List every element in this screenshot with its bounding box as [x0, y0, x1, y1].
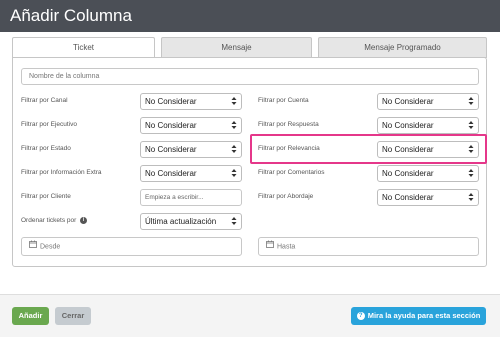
- client-search-input[interactable]: Empieza a escribir...: [140, 189, 242, 206]
- select-comentarios[interactable]: No Considerar: [377, 165, 479, 182]
- date-from-placeholder: Desde: [40, 243, 61, 251]
- select-caret-icon: [468, 94, 474, 109]
- select-canal-value: No Considerar: [145, 97, 197, 106]
- filter-estado-label: Filtrar por Estado: [21, 145, 71, 152]
- filter-cuenta-label: Filtrar por Cuenta: [258, 97, 309, 104]
- filter-cliente-label: Filtrar por Cliente: [21, 193, 71, 200]
- filter-respuesta-label: Filtrar por Respuesta: [258, 121, 319, 128]
- select-caret-icon: [468, 118, 474, 133]
- info-icon[interactable]: i: [80, 216, 88, 224]
- calendar-icon: [266, 238, 274, 255]
- select-caret-icon: [231, 94, 237, 109]
- select-caret-icon: [231, 214, 237, 229]
- select-comentarios-value: No Considerar: [382, 169, 434, 178]
- order-tickets-text: Ordenar tickets por: [21, 217, 77, 224]
- filter-abordaje-label: Filtrar por Abordaje: [258, 193, 314, 200]
- order-tickets-label: Ordenar tickets por i: [21, 216, 88, 226]
- help-button[interactable]: ? Mira la ayuda para esta sección: [351, 307, 486, 325]
- tab-ticket[interactable]: Ticket: [12, 37, 155, 58]
- filter-info-extra-label: Filtrar por Información Extra: [21, 169, 102, 176]
- select-cuenta-value: No Considerar: [382, 97, 434, 106]
- date-to-input[interactable]: Hasta: [258, 237, 479, 256]
- select-canal[interactable]: No Considerar: [140, 93, 242, 110]
- filter-ejecutivo-label: Filtrar por Ejecutivo: [21, 121, 77, 128]
- select-order-value: Última actualización: [145, 217, 217, 226]
- select-estado-value: No Considerar: [145, 145, 197, 154]
- select-respuesta[interactable]: No Considerar: [377, 117, 479, 134]
- close-button[interactable]: Cerrar: [55, 307, 91, 325]
- tab-mensaje[interactable]: Mensaje: [161, 37, 312, 58]
- calendar-icon: [29, 238, 37, 255]
- column-name-input[interactable]: Nombre de la columna: [21, 68, 479, 85]
- highlight-relevancia: [250, 134, 487, 164]
- select-ejecutivo-value: No Considerar: [145, 121, 197, 130]
- add-button[interactable]: Añadir: [12, 307, 49, 325]
- select-caret-icon: [468, 190, 474, 205]
- filter-comentarios-label: Filtrar por Comentarios: [258, 169, 325, 176]
- select-cuenta[interactable]: No Considerar: [377, 93, 479, 110]
- help-circle-icon: ?: [356, 312, 365, 321]
- modal-title: Añadir Columna: [10, 6, 132, 25]
- select-caret-icon: [231, 118, 237, 133]
- select-ejecutivo[interactable]: No Considerar: [140, 117, 242, 134]
- date-from-input[interactable]: Desde: [21, 237, 242, 256]
- select-abordaje[interactable]: No Considerar: [377, 189, 479, 206]
- select-caret-icon: [231, 142, 237, 157]
- tab-mensaje-programado[interactable]: Mensaje Programado: [318, 37, 487, 58]
- select-caret-icon: [231, 166, 237, 181]
- select-caret-icon: [468, 166, 474, 181]
- select-abordaje-value: No Considerar: [382, 193, 434, 202]
- select-order[interactable]: Última actualización: [140, 213, 242, 230]
- select-info-extra-value: No Considerar: [145, 169, 197, 178]
- select-estado[interactable]: No Considerar: [140, 141, 242, 158]
- help-button-label: Mira la ayuda para esta sección: [367, 311, 481, 320]
- select-respuesta-value: No Considerar: [382, 121, 434, 130]
- select-info-extra[interactable]: No Considerar: [140, 165, 242, 182]
- modal-header: Añadir Columna: [0, 0, 500, 32]
- filter-canal-label: Filtrar por Canal: [21, 97, 68, 104]
- date-to-placeholder: Hasta: [277, 243, 296, 251]
